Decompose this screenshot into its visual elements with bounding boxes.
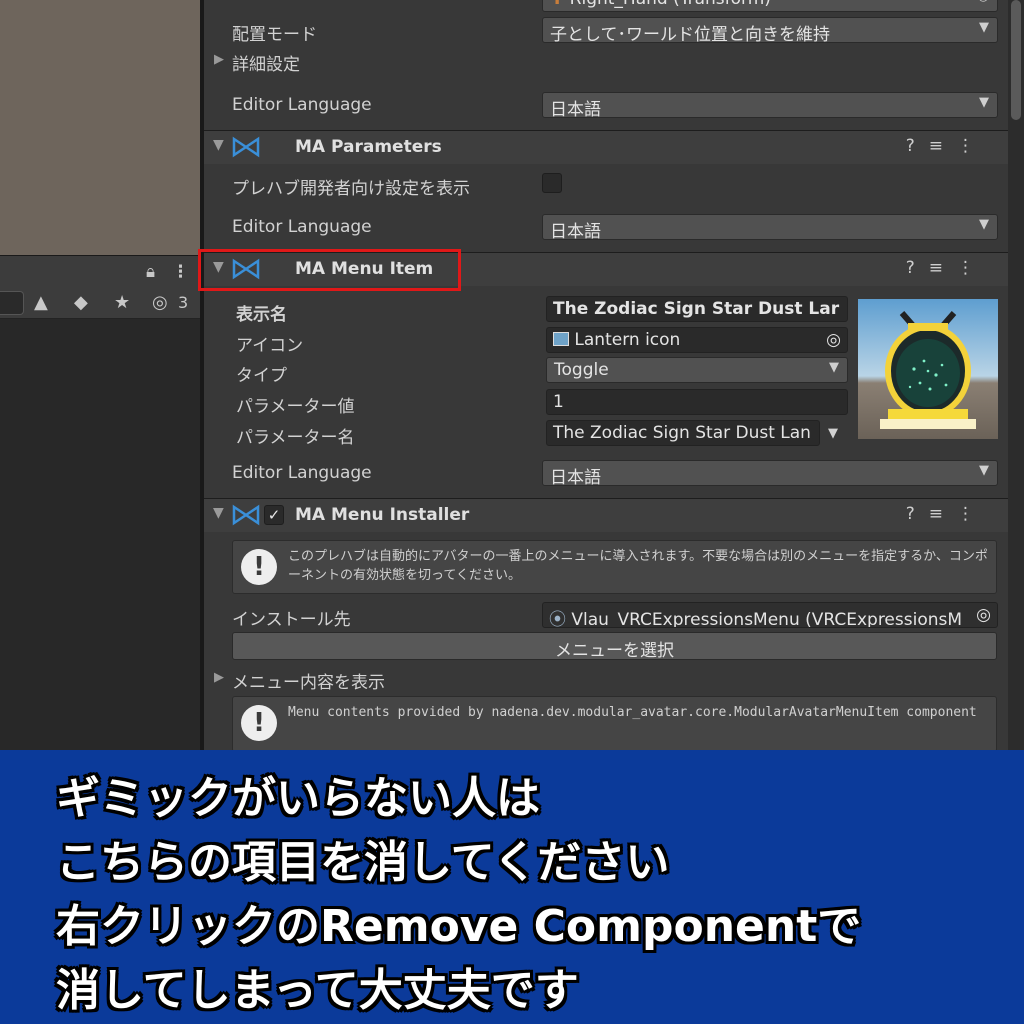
editor-language-label: Editor Language [232, 463, 372, 483]
icon-label: アイコン [236, 336, 304, 356]
hierarchy-toolbar: ▲ ◆ ★ ◎ 3 [0, 287, 200, 319]
caption-line-3: 右クリックのRemove Componentで [56, 901, 862, 952]
foldout-arrow-icon[interactable]: ▶ [214, 670, 224, 685]
presets-icon[interactable]: ≡ [929, 504, 957, 524]
icon-value: Lantern icon [574, 330, 681, 350]
hidden-count: 3 [178, 293, 189, 312]
lock-icon[interactable]: 🔒︎ [146, 262, 155, 282]
warning-icon: ! [241, 549, 277, 585]
hierarchy-header: 🔒︎ ⋮ [0, 255, 200, 287]
type-value: Toggle [554, 360, 609, 380]
chevron-down-icon[interactable]: ▼ [828, 426, 838, 441]
type-dropdown[interactable]: Toggle ▼ [546, 357, 848, 383]
caption-line-1: ギミックがいらない人は [56, 773, 540, 824]
editor-language-value: 日本語 [550, 222, 601, 240]
editor-language-value: 日本語 [550, 468, 601, 486]
component-header-icons: ?≡⋮ [906, 258, 988, 278]
mode-dropdown[interactable]: 子として･ワールド位置と向きを維持 ▼ [542, 17, 998, 43]
editor-language-value: 日本語 [550, 100, 601, 118]
kebab-menu-icon[interactable]: ⋮ [957, 504, 988, 524]
caption-line-4: 消してしまって大丈夫です [56, 965, 579, 1016]
chevron-down-icon: ▼ [979, 20, 989, 35]
editor-language-label: Editor Language [232, 95, 372, 115]
component-header-icons: ?≡⋮ [906, 504, 988, 524]
kebab-menu-icon[interactable]: ⋮ [957, 258, 988, 278]
chevron-down-icon: ▼ [829, 360, 839, 375]
editor-language-dropdown[interactable]: 日本語 ▼ [542, 92, 998, 118]
editor-language-dropdown[interactable]: 日本語 ▼ [542, 214, 998, 240]
presets-icon[interactable]: ≡ [929, 258, 957, 278]
menu-contents-help-box: ! Menu contents provided by nadena.dev.m… [232, 696, 997, 752]
foldout-arrow-icon[interactable]: ▶ [214, 52, 224, 67]
installer-help-text: このプレハブは自動的にアバターの一番上のメニューに導入されます。不要な場合は別の… [288, 549, 988, 583]
scrollbar-thumb[interactable] [1011, 0, 1021, 120]
parameter-name-input[interactable]: The Zodiac Sign Star Dust Lan [546, 420, 820, 446]
select-menu-button[interactable]: メニューを選択 [232, 632, 997, 661]
target-value: Right_Hand (Transform) [570, 0, 771, 9]
menu-icon-preview [858, 299, 998, 439]
installer-help-box: ! このプレハブは自動的にアバターの一番上のメニューに導入されます。不要な場合は… [232, 540, 997, 594]
display-name-input[interactable]: The Zodiac Sign Star Dust Lar [546, 296, 848, 322]
object-picker-icon[interactable]: ◎ [826, 330, 841, 350]
object-picker-icon[interactable]: ◎ [978, 0, 989, 4]
ma-menu-installer-header[interactable]: ▼ ✓ MA Menu Installer ?≡⋮ [204, 498, 1008, 532]
mode-value: 子として･ワールド位置と向きを維持 [550, 25, 830, 43]
ma-parameters-header[interactable]: ▼ MA Parameters ?≡⋮ [204, 130, 1008, 164]
prefab-dev-label: プレハブ開発者向け設定を表示 [232, 179, 470, 199]
inspector-scrollbar[interactable] [1008, 0, 1024, 750]
foldout-arrow-icon[interactable]: ▼ [213, 137, 224, 153]
presets-icon[interactable]: ≡ [929, 136, 957, 156]
hidden-eye-icon[interactable]: ◎ [152, 292, 168, 313]
caption-line-2: こちらの項目を消してください [56, 837, 670, 888]
help-icon[interactable]: ? [906, 504, 929, 524]
help-icon[interactable]: ? [906, 136, 929, 156]
display-name-label: 表示名 [236, 305, 287, 325]
hierarchy-search-input[interactable] [0, 291, 24, 315]
inspector-panel: ✚ Right_Hand (Transform) ◎ 配置モード 子として･ワー… [204, 0, 1008, 752]
advanced-settings-label[interactable]: 詳細設定 [232, 50, 300, 75]
prefab-dev-checkbox[interactable] [542, 173, 562, 193]
type-label: タイプ [236, 366, 287, 386]
target-field[interactable]: ✚ Right_Hand (Transform) ◎ [542, 0, 998, 12]
transform-icon: ✚ [550, 0, 564, 9]
chevron-down-icon: ▼ [979, 463, 989, 478]
component-enabled-checkbox[interactable]: ✓ [264, 505, 284, 525]
parameter-value-input[interactable]: 1 [546, 389, 848, 415]
texture-icon [553, 332, 569, 346]
chevron-down-icon: ▼ [979, 217, 989, 232]
component-title: MA Parameters [295, 137, 442, 157]
star-icon[interactable]: ★ [114, 292, 130, 313]
parameter-name-label: パラメーター名 [236, 428, 355, 448]
caption-banner: ギミックがいらない人は こちらの項目を消してください 右クリックのRemove … [0, 750, 1024, 1024]
highlight-annotation [198, 249, 461, 291]
help-icon[interactable]: ? [906, 258, 929, 278]
tag-icon[interactable]: ◆ [74, 292, 88, 313]
show-menu-contents-label[interactable]: メニュー内容を表示 [232, 668, 385, 693]
component-header-icons: ?≡⋮ [906, 136, 988, 156]
editor-language-label: Editor Language [232, 217, 372, 237]
scene-view[interactable] [0, 0, 200, 255]
mode-label: 配置モード [232, 25, 317, 45]
chevron-down-icon: ▼ [979, 95, 989, 110]
editor-language-dropdown[interactable]: 日本語 ▼ [542, 460, 998, 486]
parameter-value-label: パラメーター値 [236, 397, 355, 417]
icon-field[interactable]: Lantern icon ◎ [546, 327, 848, 353]
ma-component-icon [232, 136, 260, 158]
shapes-filter-icon[interactable]: ▲ [34, 292, 48, 313]
component-title: MA Menu Installer [295, 505, 470, 525]
install-target-value: Vlau_VRCExpressionsMenu (VRCExpressionsM [571, 610, 963, 628]
foldout-arrow-icon[interactable]: ▼ [213, 505, 224, 521]
warning-icon: ! [241, 705, 277, 741]
install-target-field[interactable]: ⦿ Vlau_VRCExpressionsMenu (VRCExpression… [542, 602, 998, 628]
menu-contents-help-text: Menu contents provided by nadena.dev.mod… [288, 705, 977, 720]
ma-component-icon [232, 504, 260, 526]
menu-asset-icon: ⦿ [549, 610, 566, 628]
kebab-menu-icon[interactable]: ⋮ [172, 262, 189, 282]
object-picker-icon[interactable]: ◎ [976, 605, 991, 625]
install-target-label: インストール先 [232, 610, 351, 630]
left-pane: 🔒︎ ⋮ ▲ ◆ ★ ◎ 3 [0, 0, 200, 750]
kebab-menu-icon[interactable]: ⋮ [957, 136, 988, 156]
